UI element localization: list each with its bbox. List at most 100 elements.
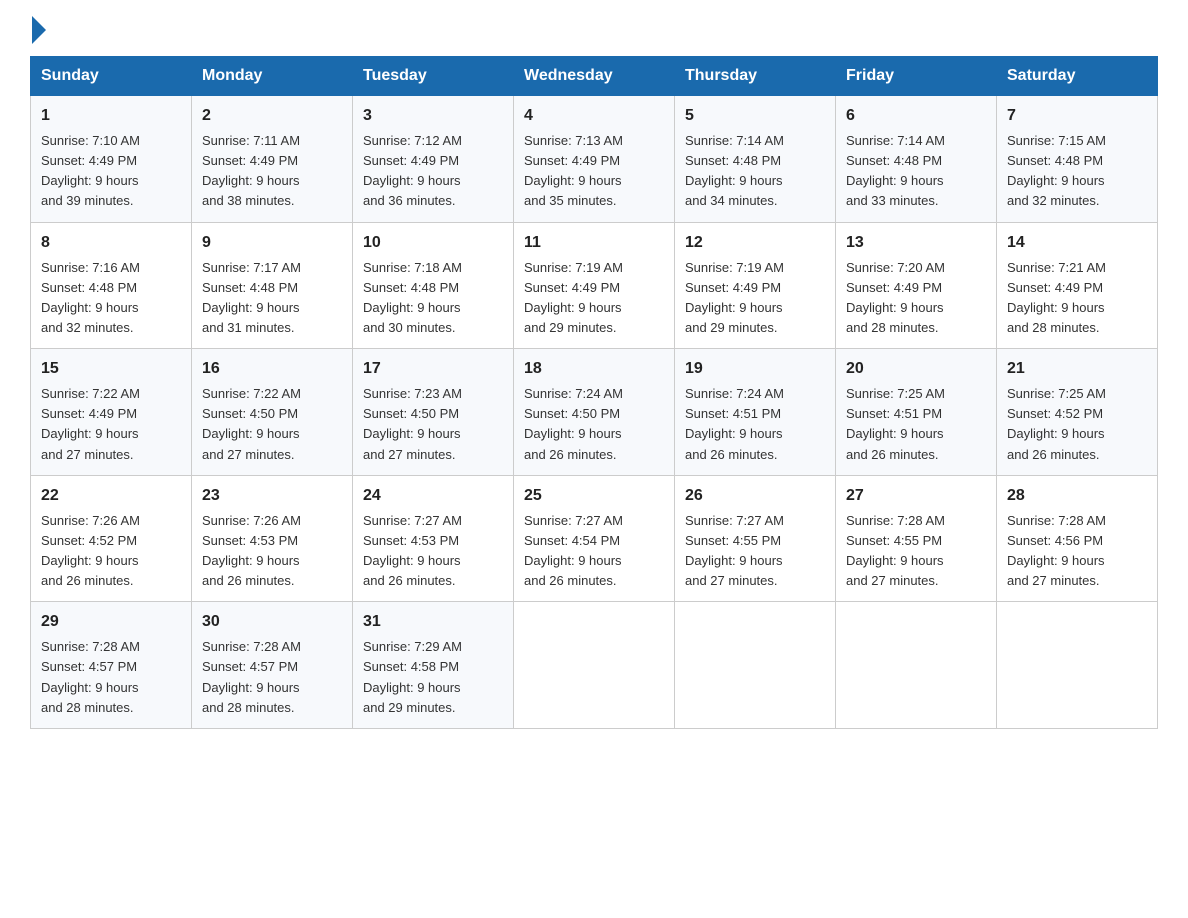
logo-arrow-icon (32, 16, 46, 44)
day-info: Sunrise: 7:22 AMSunset: 4:49 PMDaylight:… (41, 386, 140, 461)
day-number: 29 (41, 610, 181, 634)
calendar-cell: 8 Sunrise: 7:16 AMSunset: 4:48 PMDaylight… (31, 222, 192, 349)
calendar-day-header: Saturday (997, 57, 1158, 96)
calendar-cell: 18Sunrise: 7:24 AMSunset: 4:50 PMDayligh… (514, 349, 675, 476)
day-number: 6 (846, 104, 986, 128)
day-info: Sunrise: 7:20 AMSunset: 4:49 PMDaylight:… (846, 260, 945, 335)
day-number: 31 (363, 610, 503, 634)
day-info: Sunrise: 7:19 AMSunset: 4:49 PMDaylight:… (524, 260, 623, 335)
calendar-cell: 11 Sunrise: 7:19 AMSunset: 4:49 PMDayligh… (514, 222, 675, 349)
page-header (30, 20, 1158, 38)
calendar-week-row: 1 Sunrise: 7:10 AMSunset: 4:49 PMDaylight… (31, 96, 1158, 223)
calendar-week-row: 29 Sunrise: 7:28 AMSunset: 4:57 PMDayligh… (31, 602, 1158, 729)
day-info: Sunrise: 7:26 AMSunset: 4:52 PMDaylight:… (41, 513, 140, 588)
calendar-cell (675, 602, 836, 729)
calendar-cell (514, 602, 675, 729)
day-number: 3 (363, 104, 503, 128)
calendar-day-header: Monday (192, 57, 353, 96)
day-number: 26 (685, 484, 825, 508)
day-info: Sunrise: 7:12 AMSunset: 4:49 PMDaylight:… (363, 133, 462, 208)
day-info: Sunrise: 7:14 AMSunset: 4:48 PMDaylight:… (685, 133, 784, 208)
day-number: 30 (202, 610, 342, 634)
day-number: 28 (1007, 484, 1147, 508)
day-info: Sunrise: 7:28 AMSunset: 4:56 PMDaylight:… (1007, 513, 1106, 588)
day-info: Sunrise: 7:23 AMSunset: 4:50 PMDaylight:… (363, 386, 462, 461)
day-number: 21 (1007, 357, 1147, 381)
day-info: Sunrise: 7:28 AMSunset: 4:57 PMDaylight:… (41, 639, 140, 714)
day-info: Sunrise: 7:17 AMSunset: 4:48 PMDaylight:… (202, 260, 301, 335)
day-number: 1 (41, 104, 181, 128)
day-number: 8 (41, 231, 181, 255)
day-info: Sunrise: 7:25 AMSunset: 4:52 PMDaylight:… (1007, 386, 1106, 461)
day-number: 25 (524, 484, 664, 508)
day-number: 7 (1007, 104, 1147, 128)
calendar-cell: 1 Sunrise: 7:10 AMSunset: 4:49 PMDaylight… (31, 96, 192, 223)
day-number: 5 (685, 104, 825, 128)
day-number: 24 (363, 484, 503, 508)
calendar-cell: 13Sunrise: 7:20 AMSunset: 4:49 PMDayligh… (836, 222, 997, 349)
calendar-day-header: Tuesday (353, 57, 514, 96)
calendar-day-header: Wednesday (514, 57, 675, 96)
calendar-table: SundayMondayTuesdayWednesdayThursdayFrid… (30, 56, 1158, 729)
day-number: 17 (363, 357, 503, 381)
calendar-cell: 7 Sunrise: 7:15 AMSunset: 4:48 PMDaylight… (997, 96, 1158, 223)
day-info: Sunrise: 7:13 AMSunset: 4:49 PMDaylight:… (524, 133, 623, 208)
day-info: Sunrise: 7:10 AMSunset: 4:49 PMDaylight:… (41, 133, 140, 208)
calendar-cell: 15 Sunrise: 7:22 AMSunset: 4:49 PMDayligh… (31, 349, 192, 476)
calendar-cell: 14 Sunrise: 7:21 AMSunset: 4:49 PMDayligh… (997, 222, 1158, 349)
calendar-cell: 2 Sunrise: 7:11 AMSunset: 4:49 PMDaylight… (192, 96, 353, 223)
calendar-cell: 21 Sunrise: 7:25 AMSunset: 4:52 PMDayligh… (997, 349, 1158, 476)
day-number: 12 (685, 231, 825, 255)
calendar-cell: 16 Sunrise: 7:22 AMSunset: 4:50 PMDayligh… (192, 349, 353, 476)
day-info: Sunrise: 7:21 AMSunset: 4:49 PMDaylight:… (1007, 260, 1106, 335)
day-info: Sunrise: 7:16 AMSunset: 4:48 PMDaylight:… (41, 260, 140, 335)
day-info: Sunrise: 7:28 AMSunset: 4:57 PMDaylight:… (202, 639, 301, 714)
day-number: 27 (846, 484, 986, 508)
day-info: Sunrise: 7:24 AMSunset: 4:51 PMDaylight:… (685, 386, 784, 461)
day-info: Sunrise: 7:11 AMSunset: 4:49 PMDaylight:… (202, 133, 300, 208)
day-number: 9 (202, 231, 342, 255)
day-number: 11 (524, 231, 664, 255)
calendar-cell: 27 Sunrise: 7:28 AMSunset: 4:55 PMDayligh… (836, 475, 997, 602)
calendar-cell: 5 Sunrise: 7:14 AMSunset: 4:48 PMDaylight… (675, 96, 836, 223)
calendar-cell: 19 Sunrise: 7:24 AMSunset: 4:51 PMDayligh… (675, 349, 836, 476)
calendar-week-row: 22Sunrise: 7:26 AMSunset: 4:52 PMDayligh… (31, 475, 1158, 602)
calendar-cell: 4 Sunrise: 7:13 AMSunset: 4:49 PMDaylight… (514, 96, 675, 223)
day-info: Sunrise: 7:24 AMSunset: 4:50 PMDaylight:… (524, 386, 623, 461)
calendar-cell: 10Sunrise: 7:18 AMSunset: 4:48 PMDayligh… (353, 222, 514, 349)
day-info: Sunrise: 7:14 AMSunset: 4:48 PMDaylight:… (846, 133, 945, 208)
calendar-week-row: 15 Sunrise: 7:22 AMSunset: 4:49 PMDayligh… (31, 349, 1158, 476)
calendar-week-row: 8 Sunrise: 7:16 AMSunset: 4:48 PMDaylight… (31, 222, 1158, 349)
day-number: 23 (202, 484, 342, 508)
day-number: 4 (524, 104, 664, 128)
logo (30, 20, 46, 38)
calendar-cell: 29 Sunrise: 7:28 AMSunset: 4:57 PMDayligh… (31, 602, 192, 729)
day-number: 20 (846, 357, 986, 381)
day-info: Sunrise: 7:18 AMSunset: 4:48 PMDaylight:… (363, 260, 462, 335)
day-info: Sunrise: 7:15 AMSunset: 4:48 PMDaylight:… (1007, 133, 1106, 208)
calendar-cell: 22Sunrise: 7:26 AMSunset: 4:52 PMDayligh… (31, 475, 192, 602)
day-info: Sunrise: 7:26 AMSunset: 4:53 PMDaylight:… (202, 513, 301, 588)
calendar-cell: 23 Sunrise: 7:26 AMSunset: 4:53 PMDayligh… (192, 475, 353, 602)
day-number: 16 (202, 357, 342, 381)
calendar-cell: 17 Sunrise: 7:23 AMSunset: 4:50 PMDayligh… (353, 349, 514, 476)
day-info: Sunrise: 7:27 AMSunset: 4:53 PMDaylight:… (363, 513, 462, 588)
day-number: 14 (1007, 231, 1147, 255)
day-info: Sunrise: 7:29 AMSunset: 4:58 PMDaylight:… (363, 639, 462, 714)
day-info: Sunrise: 7:28 AMSunset: 4:55 PMDaylight:… (846, 513, 945, 588)
calendar-cell: 31 Sunrise: 7:29 AMSunset: 4:58 PMDayligh… (353, 602, 514, 729)
day-number: 15 (41, 357, 181, 381)
day-info: Sunrise: 7:27 AMSunset: 4:55 PMDaylight:… (685, 513, 784, 588)
day-number: 2 (202, 104, 342, 128)
calendar-cell: 28 Sunrise: 7:28 AMSunset: 4:56 PMDayligh… (997, 475, 1158, 602)
calendar-cell (836, 602, 997, 729)
calendar-day-header: Thursday (675, 57, 836, 96)
calendar-cell: 30 Sunrise: 7:28 AMSunset: 4:57 PMDayligh… (192, 602, 353, 729)
calendar-day-header: Friday (836, 57, 997, 96)
calendar-cell: 25Sunrise: 7:27 AMSunset: 4:54 PMDayligh… (514, 475, 675, 602)
calendar-header-row: SundayMondayTuesdayWednesdayThursdayFrid… (31, 57, 1158, 96)
day-number: 19 (685, 357, 825, 381)
day-info: Sunrise: 7:22 AMSunset: 4:50 PMDaylight:… (202, 386, 301, 461)
calendar-cell: 24 Sunrise: 7:27 AMSunset: 4:53 PMDayligh… (353, 475, 514, 602)
calendar-cell: 26 Sunrise: 7:27 AMSunset: 4:55 PMDayligh… (675, 475, 836, 602)
